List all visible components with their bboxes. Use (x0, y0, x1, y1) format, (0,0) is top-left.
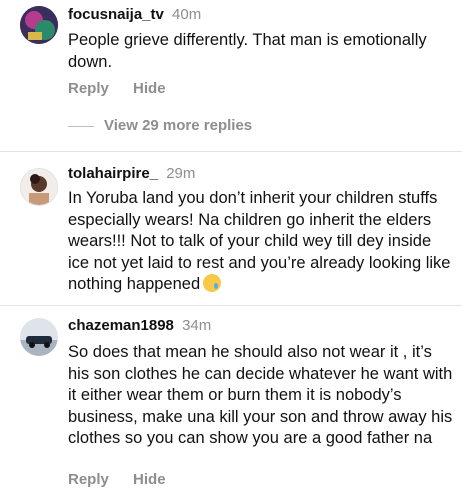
comment-1: focusnaija_tv 40m People grieve differen… (0, 0, 462, 150)
comment-text: People grieve differently. That man is e… (68, 31, 427, 71)
view-more-replies-button[interactable]: View 29 more replies (68, 117, 252, 134)
comment-actions: Reply Hide (68, 80, 186, 97)
avatar[interactable] (20, 318, 58, 356)
crying-face-icon (203, 274, 222, 292)
divider (0, 151, 462, 152)
avatar[interactable] (20, 168, 58, 206)
divider (0, 305, 462, 306)
username[interactable]: focusnaija_tv (68, 6, 164, 23)
comment-text: In Yoruba land you don’t inherit your ch… (68, 188, 453, 296)
username[interactable]: chazeman1898 (68, 317, 174, 334)
avatar-image-icon (20, 6, 58, 44)
comment-text-content: In Yoruba land you don’t inherit your ch… (68, 189, 451, 293)
timestamp: 29m (166, 165, 196, 182)
timestamp: 34m (182, 317, 212, 334)
comment-meta: focusnaija_tv 40m (68, 6, 201, 23)
reply-button[interactable]: Reply (68, 471, 109, 488)
view-more-label: View 29 more replies (104, 117, 253, 134)
avatar[interactable] (20, 6, 58, 44)
avatar-image-icon (21, 169, 57, 205)
thread-line (68, 125, 94, 127)
hide-button[interactable]: Hide (133, 471, 166, 488)
username[interactable]: tolahairpire_ (68, 165, 158, 182)
comment-meta: chazeman1898 34m (68, 317, 211, 334)
comment-meta: tolahairpire_ 29m (68, 165, 195, 182)
comment-2: tolahairpire_ 29m In Yoruba land you don… (0, 158, 462, 298)
hide-button[interactable]: Hide (133, 80, 166, 97)
comment-actions: Reply Hide (68, 471, 186, 488)
avatar-image-icon (20, 318, 58, 356)
reply-button[interactable]: Reply (68, 80, 109, 97)
timestamp: 40m (172, 6, 202, 23)
comment-3: chazeman1898 34m So does that mean he sh… (0, 310, 462, 498)
comment-text: So does that mean he should also not wea… (68, 343, 453, 447)
